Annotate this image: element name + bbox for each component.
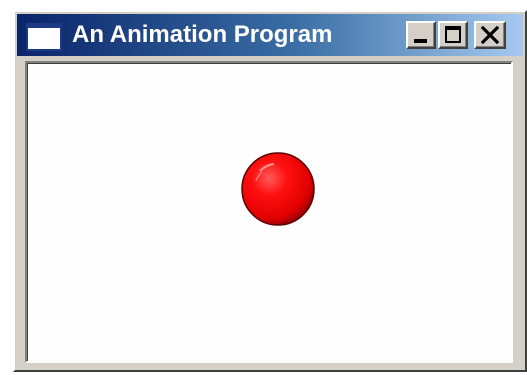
minimize-icon (414, 39, 427, 43)
animation-canvas (25, 61, 513, 363)
close-button[interactable] (474, 21, 506, 49)
red-ball (241, 152, 315, 226)
maximize-button[interactable] (438, 21, 468, 49)
window-title: An Animation Program (72, 21, 333, 48)
minimize-button[interactable] (406, 21, 436, 49)
title-bar[interactable]: An Animation Program (17, 14, 523, 56)
window-icon[interactable] (26, 23, 62, 51)
maximize-icon (445, 26, 461, 43)
close-icon (480, 25, 500, 45)
application-window: An Animation Program (13, 10, 527, 372)
